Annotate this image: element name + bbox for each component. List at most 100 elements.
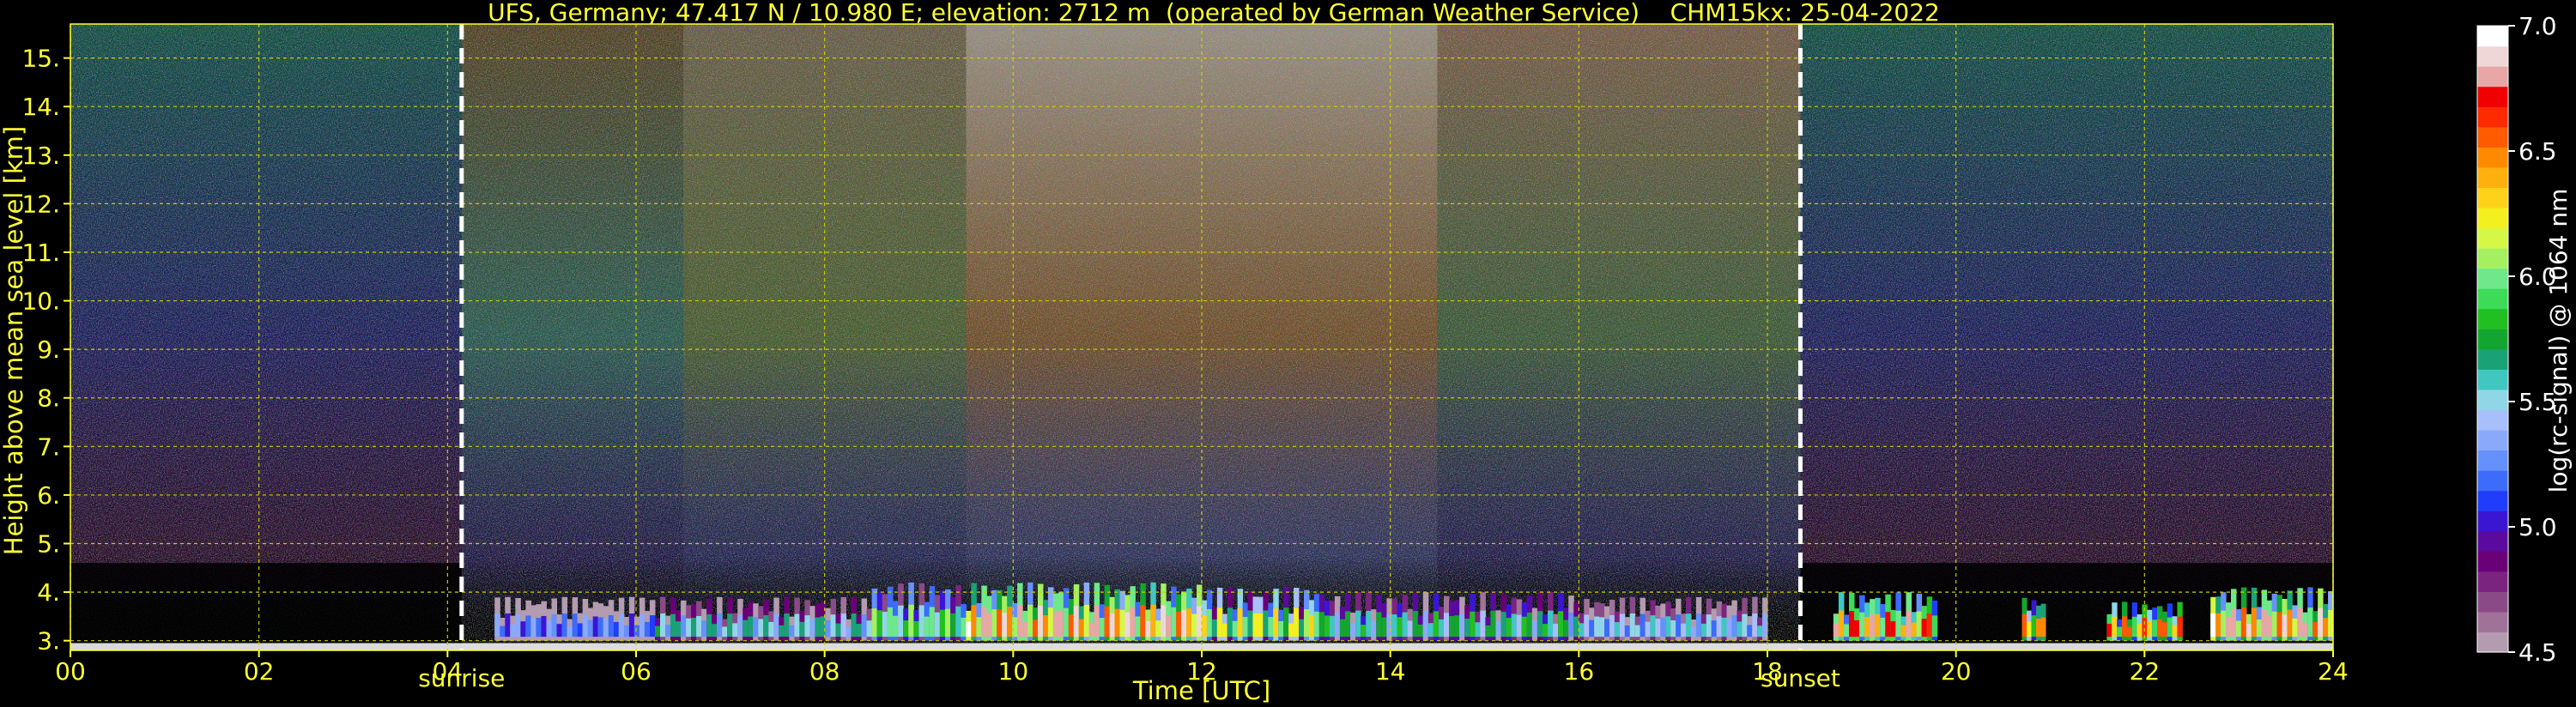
cloud-core [633, 625, 640, 638]
cloud-core [1221, 623, 1228, 638]
cloud-core [789, 625, 795, 638]
cloud-core [1339, 619, 1346, 638]
cloud-core [536, 618, 542, 638]
x-tick-label: 02 [244, 657, 275, 686]
cloud-core [1629, 613, 1636, 638]
night-low-zone [70, 563, 462, 650]
cloud-core [520, 621, 526, 638]
cloud-core [1584, 614, 1590, 638]
cloud-core [1594, 616, 1600, 638]
cloud-core [945, 608, 951, 638]
y-tick-label: 14. [21, 93, 60, 121]
cloud-core [1381, 617, 1387, 638]
cloud-core [2256, 619, 2263, 638]
cloud-core [966, 621, 972, 638]
cloud-core [1119, 609, 1125, 638]
colorbar-segment [2477, 166, 2508, 188]
cloud-core [1088, 622, 1095, 638]
cloud-core [561, 613, 568, 638]
cloud-core [815, 617, 821, 638]
cloud-core [2021, 613, 2027, 638]
cloud-core [1690, 626, 1697, 638]
cloud-core [1109, 613, 1116, 638]
cloud-core [2142, 618, 2148, 638]
cloud-core [1007, 607, 1013, 638]
cloud-core [1568, 612, 1574, 638]
cloud-core [2121, 616, 2128, 638]
y-tick-label: 4. [37, 578, 60, 607]
x-tick-label: 22 [2130, 657, 2161, 686]
cloud-core [613, 621, 620, 638]
cloud-core [722, 626, 728, 638]
cloud-core [924, 616, 930, 638]
cloud-core [1303, 609, 1310, 638]
cloud-core [494, 613, 500, 638]
colorbar-segment [2477, 348, 2508, 370]
cloud-core [1833, 623, 1840, 638]
cloud-core [1078, 619, 1085, 638]
cloud-core [1589, 619, 1595, 638]
colorbar-label: log(rc-signal) @ 1064 nm [2544, 189, 2573, 493]
cloud-core [1181, 610, 1187, 638]
cloud-core [866, 620, 873, 638]
cloud-core [1553, 623, 1559, 638]
cloud-core [2167, 617, 2173, 638]
cloud-core [696, 615, 702, 638]
cloud-core [1130, 607, 1136, 638]
cloud-core [1334, 613, 1341, 638]
cloud-core [1614, 622, 1621, 638]
ceilometer-chart: sunrise sunset 00 02 04 06 08 10 12 14 16 18 20 22 24… [0, 12, 2573, 705]
cloud-core [1283, 607, 1289, 638]
y-axis-label: Height above mean sea level [km] [0, 126, 28, 555]
cloud-core [2210, 613, 2216, 638]
cloud-core [1737, 621, 1743, 638]
cloud-core [1258, 613, 1264, 638]
cloud-core [1140, 605, 1146, 638]
cloud-core [603, 619, 609, 638]
colorbar-segment [2477, 611, 2508, 633]
cloud-core [1650, 615, 1656, 638]
cloud-core [1454, 615, 1460, 638]
cloud-core [706, 614, 712, 638]
cloud-core [1427, 623, 1434, 638]
cloud-core [1376, 612, 1382, 638]
cloud-core [1660, 617, 1666, 638]
cloud-core [2117, 626, 2123, 638]
cloud-core [1417, 624, 1424, 638]
cloud-core [1145, 620, 1151, 638]
cloud-core [1931, 615, 1938, 638]
y-tick-label: 7. [37, 432, 60, 461]
x-axis-label: Time [UTC] [1132, 676, 1270, 705]
cloud-core [1563, 619, 1569, 638]
cloud-core [2112, 616, 2118, 638]
cloud-core [763, 615, 769, 638]
cloud-core [1558, 611, 1564, 638]
cloud-core [1263, 610, 1269, 638]
cloud-core [2276, 612, 2283, 638]
cloud-core [525, 615, 531, 638]
cloud-core [1854, 619, 1860, 638]
cloud-core [2156, 619, 2163, 638]
cloud-core [1161, 605, 1167, 638]
cloud-core [997, 609, 1003, 638]
colorbar-segment [2477, 106, 2508, 128]
cloud-core [1506, 618, 1512, 638]
cloud-core [1278, 620, 1284, 638]
cloud-core [1686, 613, 1692, 638]
cloud-core [1242, 616, 1249, 638]
cloud-core [2036, 619, 2042, 638]
colorbar-segment [2477, 207, 2508, 229]
y-tick-label: 6. [37, 481, 60, 510]
colorbar-segment [2477, 329, 2508, 350]
cloud-core [887, 607, 894, 638]
cloud-core [2292, 618, 2298, 638]
x-tick-label: 00 [55, 657, 86, 686]
cloud-core [1063, 607, 1070, 638]
x-tick-label: 14 [1375, 657, 1406, 686]
colorbar-segment [2477, 126, 2508, 148]
cloud-core [1495, 621, 1502, 638]
cloud-core [2246, 623, 2252, 638]
cloud-core [1288, 623, 1294, 638]
cloud-core [753, 617, 759, 638]
y-tick-label: 5. [37, 530, 60, 559]
